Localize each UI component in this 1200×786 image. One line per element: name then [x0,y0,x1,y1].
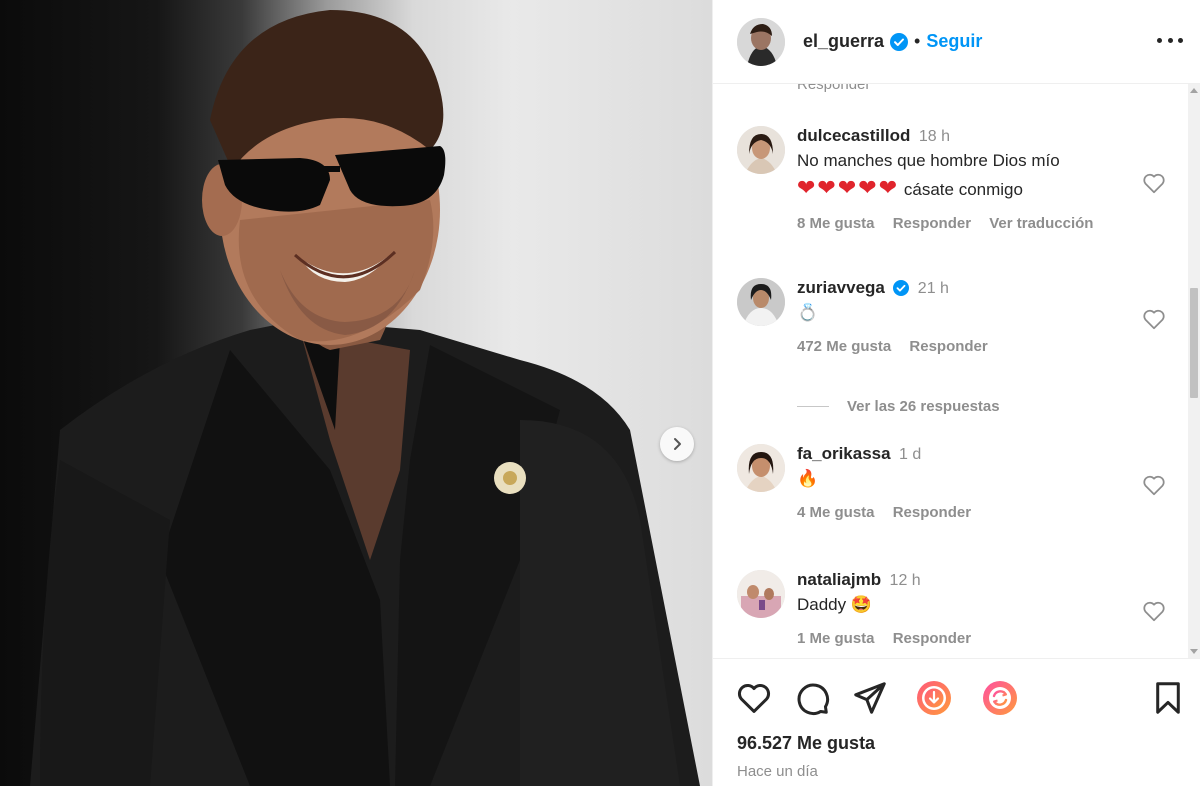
share-icon[interactable] [851,679,889,717]
comment-likes-count[interactable]: 1 Me gusta [797,630,875,647]
comment-time[interactable]: 21 h [918,280,949,297]
author-avatar-image [737,17,785,66]
author-username[interactable]: el_guerra [803,31,884,52]
reply-button[interactable]: Responder [893,504,971,521]
reply-button[interactable]: Responder [893,215,971,232]
scroll-down-arrow[interactable] [1190,649,1198,654]
commenter-avatar-image [737,278,785,326]
comment-text: 🔥 [797,469,819,488]
heart-outline-icon[interactable] [1141,170,1167,196]
comment-text: No manches que hombre Dios mío ❤❤❤❤❤ cás… [797,147,1133,203]
reply-button[interactable]: Responder [893,630,971,647]
comment-text-line1: No manches que hombre Dios mío [797,151,1060,170]
comment-text-line2: cásate conmigo [899,180,1023,199]
view-replies-divider [797,406,829,407]
scrollbar-thumb[interactable] [1190,288,1198,398]
comment-time[interactable]: 1 d [899,446,921,463]
comment-body: dulcecastillod 18 h No manches que hombr… [797,126,1133,232]
commenter-avatar-image [737,570,785,618]
chevron-right-icon [674,438,681,450]
bookmark-icon[interactable] [1149,679,1187,717]
heart-outline-icon[interactable] [735,679,773,717]
heart-outline-icon[interactable] [1141,306,1167,332]
commenter-username[interactable]: nataliajmb [797,570,881,589]
post-header: el_guerra • Seguir [713,0,1200,84]
view-replies-label: Ver las 26 respuestas [847,398,1000,415]
commenter-username[interactable]: zuriavvega [797,278,885,297]
comment-body: nataliajmb 12 h Daddy 🤩 1 Me gusta Respo… [797,570,1133,647]
partial-reply-link[interactable]: Responder [797,84,870,93]
repost-icon[interactable] [981,679,1019,717]
view-replies-button[interactable]: Ver las 26 respuestas [797,398,1000,415]
post-side-panel: el_guerra • Seguir Responder dulcecastil… [712,0,1200,786]
translate-button[interactable]: Ver traducción [989,215,1093,232]
commenter-avatar[interactable] [737,444,785,492]
commenter-avatar[interactable] [737,278,785,326]
comment-text: 💍 [797,303,819,322]
download-icon[interactable] [915,679,953,717]
commenter-avatar[interactable] [737,570,785,618]
comment-time[interactable]: 12 h [890,572,921,589]
photo-illustration [30,10,700,786]
hearts-emoji: ❤❤❤❤❤ [797,175,900,200]
comment-likes-count[interactable]: 4 Me gusta [797,504,875,521]
comment-body: zuriavvega 21 h 💍 472 Me gusta Responder [797,278,1133,355]
comment-time[interactable]: 18 h [919,128,950,145]
reply-button[interactable]: Responder [909,338,987,355]
heart-outline-icon[interactable] [1141,598,1167,624]
comment-likes-count[interactable]: 8 Me gusta [797,215,875,232]
post-photo[interactable] [0,0,712,786]
more-options-icon[interactable] [1157,30,1183,50]
comment-actions: 8 Me gusta Responder Ver traducción [797,215,1133,232]
scroll-up-arrow[interactable] [1190,88,1198,93]
commenter-username[interactable]: fa_orikassa [797,444,891,463]
comment-likes-count[interactable]: 472 Me gusta [797,338,891,355]
comment-text: Daddy 🤩 [797,595,873,614]
next-photo-button[interactable] [660,427,694,461]
commenter-username[interactable]: dulcecastillod [797,126,910,145]
verified-badge-icon [890,32,909,51]
follow-button[interactable]: Seguir [926,31,982,52]
comment-actions: 4 Me gusta Responder [797,504,1133,521]
post-modal: el_guerra • Seguir Responder dulcecastil… [0,0,1200,786]
comment-body: fa_orikassa 1 d 🔥 4 Me gusta Responder [797,444,1133,521]
post-footer: 96.527 Me gusta Hace un día [713,658,1200,786]
comment-actions: 1 Me gusta Responder [797,630,1133,647]
verified-badge-icon [893,280,910,296]
comments-list[interactable]: Responder dulcecastillod 18 h No manches… [713,84,1200,658]
heart-outline-icon[interactable] [1141,472,1167,498]
comments-scrollbar[interactable] [1188,84,1200,658]
comment-actions: 472 Me gusta Responder [797,338,1133,355]
author-avatar[interactable] [737,17,785,66]
commenter-avatar[interactable] [737,126,785,174]
comment-icon[interactable] [793,679,831,717]
post-timestamp[interactable]: Hace un día [737,763,818,780]
commenter-avatar-image [737,126,785,174]
header-separator: • [914,31,921,51]
post-likes-count[interactable]: 96.527 Me gusta [737,733,875,754]
commenter-avatar-image [737,444,785,492]
